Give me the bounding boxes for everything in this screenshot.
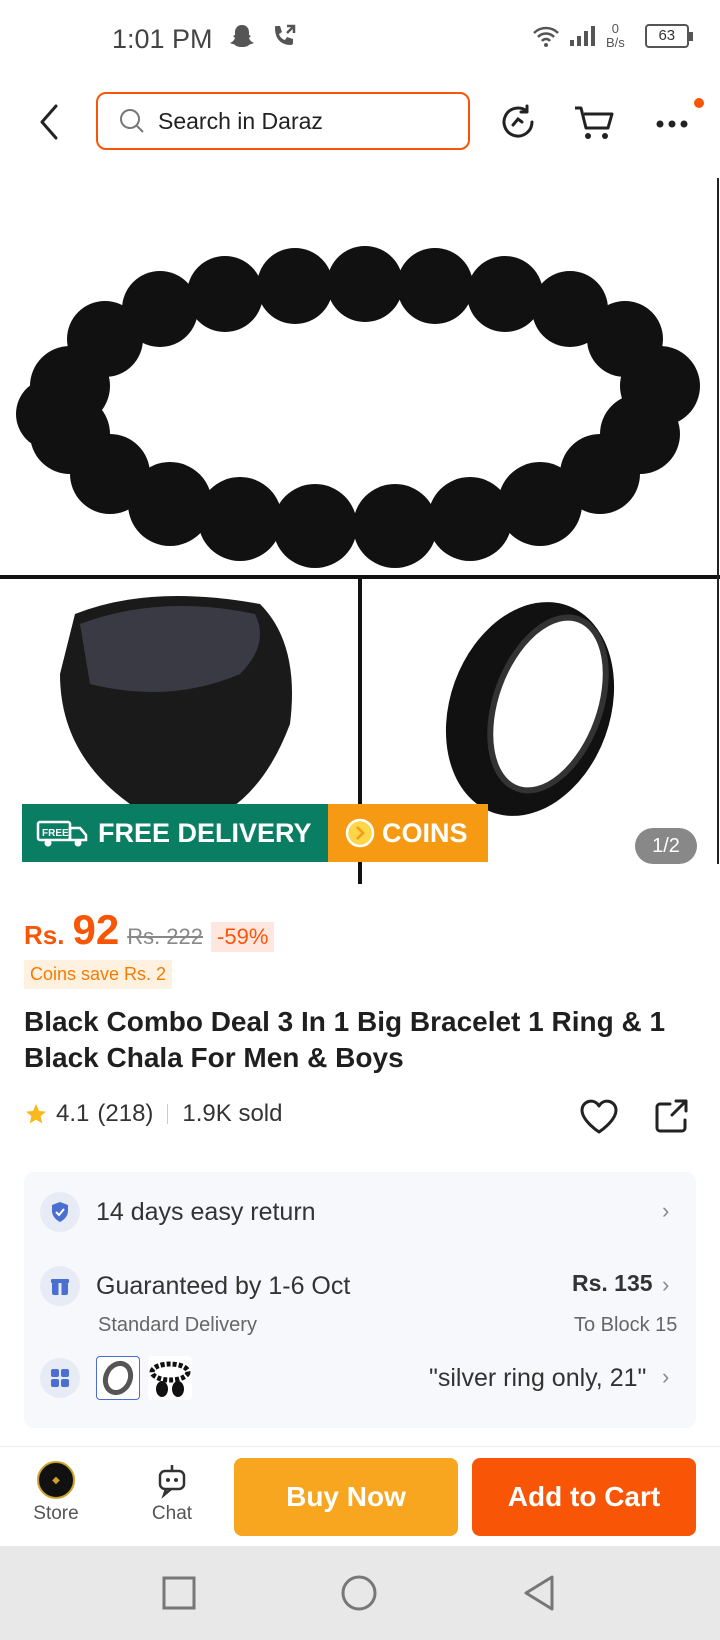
product-title: Black Combo Deal 3 In 1 Big Bracelet 1 R… <box>24 1006 666 1073</box>
history-button[interactable] <box>496 100 540 144</box>
delivery-icon-wrap <box>40 1266 80 1306</box>
rating-row[interactable]: 4.1 (218) 1.9K sold <box>24 1100 282 1128</box>
notification-dot <box>694 98 704 108</box>
original-price: Rs. 222 <box>127 924 204 949</box>
bottom-action-bar: ◆ Store Chat Buy Now Add to Cart <box>0 1446 720 1546</box>
store-label: Store <box>33 1503 79 1524</box>
discount-badge: -59% <box>211 922 275 952</box>
signal-icon <box>570 26 595 46</box>
rating-value: 4.1 <box>56 1100 90 1127</box>
snapchat-icon <box>230 25 254 47</box>
delivery-location: To Block 15 <box>574 1314 678 1336</box>
coins-label: COINS <box>382 817 468 848</box>
coins-badge: COINS <box>328 804 488 862</box>
notification-icons <box>228 22 298 50</box>
status-bar: 1:01 PM 0 B/s 63 <box>0 0 720 82</box>
chat-robot-icon <box>158 1465 186 1499</box>
delivery-type: Standard Delivery <box>98 1314 257 1336</box>
grid-options-icon <box>51 1369 69 1387</box>
star-icon <box>26 1104 46 1124</box>
more-options-icon <box>656 120 688 128</box>
search-icon <box>120 109 144 133</box>
share-button[interactable] <box>652 1096 692 1141</box>
coin-icon <box>345 818 375 848</box>
delivery-guarantee-text[interactable]: Guaranteed by 1-6 Oct <box>96 1272 350 1301</box>
shield-check-icon <box>52 1202 68 1222</box>
share-icon <box>655 1099 688 1133</box>
service-info-card: 14 days easy return › Guaranteed by 1-6 … <box>24 1172 696 1428</box>
search-input[interactable]: Search in Daraz <box>96 92 470 150</box>
image-page-indicator: 1/2 <box>635 828 697 864</box>
network-speed-unit: B/s <box>606 35 625 50</box>
cart-button[interactable] <box>572 100 616 144</box>
delivery-chevron-icon[interactable]: › <box>662 1272 669 1298</box>
sold-count: 1.9K sold <box>182 1100 283 1127</box>
chat-label: Chat <box>151 1503 193 1524</box>
call-forward-icon <box>275 24 296 45</box>
variant-thumb-combo[interactable] <box>148 1356 192 1400</box>
status-time: 1:01 PM <box>112 24 213 54</box>
product-image <box>0 164 720 884</box>
return-icon-wrap <box>40 1192 80 1232</box>
battery-indicator: 63 <box>644 24 693 48</box>
more-options-button[interactable] <box>652 100 696 144</box>
home-icon[interactable] <box>340 1574 378 1612</box>
wifi-icon <box>533 26 559 47</box>
free-delivery-label: FREE DELIVERY <box>98 817 312 848</box>
variant-chevron-icon[interactable]: › <box>662 1364 669 1390</box>
history-icon <box>502 104 534 138</box>
combo-thumb <box>149 1361 191 1397</box>
system-status: 0 B/s 63 <box>532 22 693 50</box>
back-arrow-icon <box>40 104 58 140</box>
return-chevron-icon[interactable]: › <box>662 1198 669 1224</box>
promo-badges: FREE FREE DELIVERY COINS <box>22 804 488 862</box>
store-logo-icon: ◆ <box>37 1461 75 1499</box>
free-tag: FREE <box>42 828 69 839</box>
recent-apps-icon[interactable] <box>162 1576 196 1610</box>
coins-save-badge: Coins save Rs. 2 <box>24 960 173 989</box>
delivery-truck-icon: FREE <box>36 820 88 847</box>
top-bar: Search in Daraz <box>0 82 720 164</box>
free-delivery-badge: FREE FREE DELIVERY <box>22 804 328 862</box>
buy-now-button[interactable]: Buy Now <box>234 1458 458 1536</box>
price-currency: Rs. <box>24 920 65 950</box>
product-image-gallery[interactable]: FREE FREE DELIVERY COINS 1/2 <box>0 164 720 884</box>
silver-ring-thumb <box>102 1360 134 1396</box>
back-button[interactable] <box>30 100 70 144</box>
divider <box>167 1104 169 1124</box>
cart-icon <box>575 106 614 139</box>
network-speed: 0 B/s <box>606 22 625 50</box>
selected-variant-text[interactable]: "silver ring only, 21" <box>429 1364 646 1393</box>
heart-icon <box>580 1099 618 1134</box>
review-count: (218) <box>97 1100 154 1127</box>
delivery-price: Rs. 135 <box>572 1270 653 1296</box>
add-to-cart-button[interactable]: Add to Cart <box>472 1458 696 1536</box>
search-placeholder: Search in Daraz <box>158 107 323 134</box>
store-button[interactable]: ◆ Store <box>16 1455 96 1525</box>
price-value: 92 <box>72 906 120 953</box>
network-speed-value: 0 <box>611 21 620 36</box>
back-triangle-icon[interactable] <box>522 1574 556 1612</box>
variant-thumb-ring[interactable] <box>96 1356 140 1400</box>
chat-button[interactable]: Chat <box>132 1455 212 1525</box>
price-row: Rs. 92 Rs. 222 -59% <box>24 906 275 954</box>
variant-icon-wrap <box>40 1358 80 1398</box>
wishlist-button[interactable] <box>578 1096 620 1141</box>
system-navigation-bar <box>0 1546 720 1640</box>
return-policy-text[interactable]: 14 days easy return <box>96 1198 316 1227</box>
gift-box-icon <box>51 1279 69 1295</box>
